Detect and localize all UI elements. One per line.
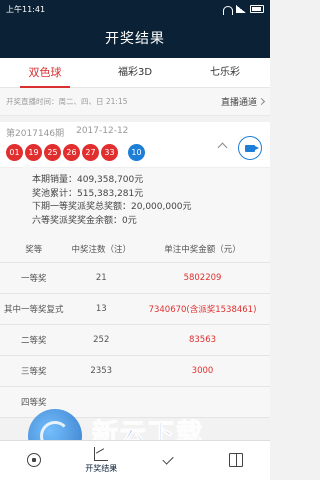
nav-label: 开奖结果	[85, 464, 118, 473]
title-bar: 开奖结果	[0, 18, 270, 58]
broadcast-bar: 开奖直播时间：周二、四、日 21:15 直播通道	[0, 88, 270, 116]
header-level: 奖等	[0, 236, 68, 263]
battery-icon	[250, 5, 264, 13]
tab-shuangseqiu[interactable]: 双色球	[0, 58, 90, 88]
bottom-nav: 开奖结果	[0, 440, 270, 480]
broadcast-time-info: 开奖直播时间：周二、四、日 21:15	[6, 97, 128, 106]
table-row: 一等奖 21 5802209	[0, 262, 270, 294]
red-ball: 26	[63, 144, 80, 161]
sales-amount: 本期销量：409,358,700元	[32, 175, 144, 185]
prize-amount	[135, 386, 270, 418]
red-ball: 01	[6, 144, 23, 161]
issue-number: 第2017146期	[6, 129, 65, 139]
prize-level: 三等奖	[0, 355, 68, 387]
live-channel-label: 直播通道	[220, 98, 257, 108]
prize-count	[67, 386, 135, 418]
draw-date: 2017-12-12	[76, 126, 129, 136]
table-row: 四等奖	[0, 386, 270, 418]
status-icons	[222, 5, 264, 15]
check-icon	[162, 453, 176, 467]
live-channel-link[interactable]: 直播通道	[220, 95, 266, 108]
football-icon	[26, 452, 41, 467]
blue-ball: 10	[128, 144, 145, 161]
nav-results[interactable]: 开奖结果	[68, 441, 136, 480]
draw-details: 本期销量：409,358,700元 奖池累计：515,383,281元 下期一等…	[0, 163, 270, 418]
prize-count: 21	[67, 262, 135, 294]
trend-chart-icon	[94, 447, 109, 461]
sixth-prize-remaining: 六等奖派奖奖金余额：0元	[32, 215, 137, 226]
lottery-tabs: 双色球 福彩3D 七乐彩	[0, 58, 270, 88]
prize-table: 奖等 中奖注数（注） 单注中奖金额（元） 一等奖 21 5802209 其中一等…	[0, 236, 270, 418]
chevron-right-icon	[257, 97, 266, 106]
tab-qilecai[interactable]: 七乐彩	[180, 58, 270, 88]
video-camera-icon	[245, 144, 259, 152]
red-ball: 27	[82, 144, 99, 161]
prize-count: 13	[67, 293, 135, 325]
prize-level: 二等奖	[0, 324, 68, 356]
prize-amount: 5802209	[135, 262, 270, 294]
prize-table-header: 奖等 中奖注数（注） 单注中奖金额（元）	[0, 236, 270, 263]
prize-level: 一等奖	[0, 262, 68, 294]
red-ball: 33	[101, 144, 118, 161]
video-button[interactable]	[238, 136, 262, 160]
signal-icon	[236, 5, 246, 13]
prize-amount: 7340670(含派奖1538461)	[135, 293, 270, 325]
table-row: 二等奖 252 83563	[0, 324, 270, 356]
prize-count: 2353	[67, 355, 135, 387]
nav-check[interactable]	[135, 441, 203, 480]
red-ball: 25	[44, 144, 61, 161]
status-time: 上午11:41	[6, 4, 46, 14]
tab-fucai3d[interactable]: 福彩3D	[90, 58, 180, 88]
draw-card[interactable]: 第2017146期 2017-12-12 01 19 25 26 27 33 1…	[0, 122, 270, 168]
nav-football[interactable]	[0, 441, 68, 480]
draw-summary: 本期销量：409,358,700元 奖池累计：515,383,281元 下期一等…	[0, 174, 270, 236]
issue-line: 第2017146期 2017-12-12	[6, 126, 264, 139]
next-first-prize-bonus: 下期一等奖派奖总奖额：20,000,000元	[32, 202, 192, 212]
pool-amount: 奖池累计：515,383,281元	[32, 188, 144, 199]
book-icon	[229, 452, 244, 467]
prize-level: 其中一等奖复式	[0, 293, 68, 325]
nav-book[interactable]	[203, 441, 271, 480]
status-bar: 上午11:41	[0, 0, 270, 18]
header-amount: 单注中奖金额（元）	[135, 236, 270, 263]
red-ball: 19	[25, 144, 42, 161]
prize-amount: 83563	[135, 324, 270, 356]
prize-level: 四等奖	[0, 386, 68, 418]
prize-amount: 3000	[135, 355, 270, 387]
prize-count: 252	[67, 324, 135, 356]
header-count: 中奖注数（注）	[67, 236, 135, 263]
table-row: 三等奖 2353 3000	[0, 355, 270, 387]
wifi-icon	[222, 5, 233, 15]
table-row: 其中一等奖复式 13 7340670(含派奖1538461)	[0, 293, 270, 325]
page-title: 开奖结果	[105, 31, 165, 47]
